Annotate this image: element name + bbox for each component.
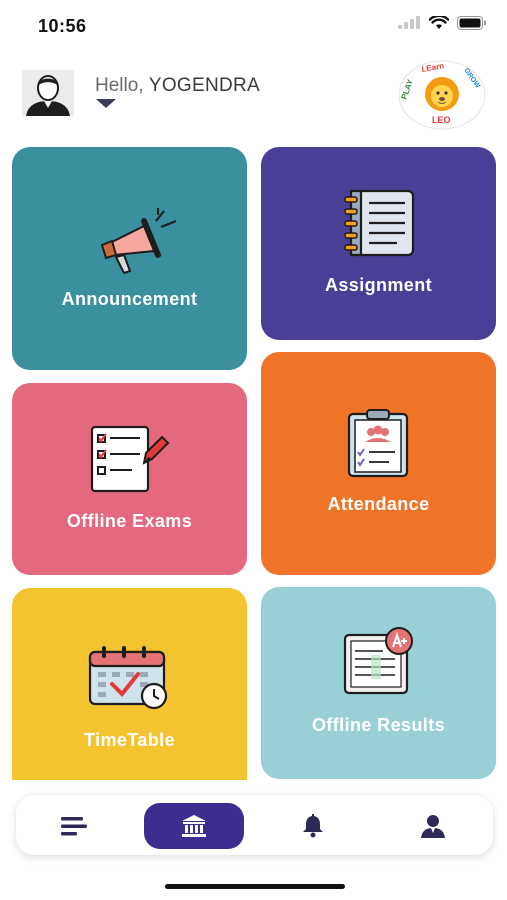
status-bar: 10:56: [0, 0, 507, 50]
greeting: Hello, YOGENDRA: [95, 75, 260, 97]
nav-profile[interactable]: [408, 803, 458, 849]
timetable-label: TimeTable: [84, 730, 175, 750]
assignment-label: Assignment: [324, 275, 433, 295]
wifi-icon: [429, 16, 449, 29]
school-logo: PLAY LEarn GROW LEO: [398, 60, 486, 130]
offline-results-tile[interactable]: Offline Results: [261, 587, 496, 779]
timetable-tile[interactable]: TimeTable: [12, 588, 247, 780]
person-icon: [421, 815, 445, 838]
status-icons: [397, 16, 487, 30]
attendance-label: Attendance: [327, 494, 430, 514]
lion-logo-icon: PLAY LEarn GROW LEO: [398, 60, 486, 130]
offline-exams-label: Offline Exams: [66, 511, 193, 531]
assignment-tile[interactable]: Assignment: [261, 147, 496, 340]
result-sheet-icon: [343, 627, 413, 695]
announcement-label: Announcement: [61, 289, 198, 309]
nav-notifications[interactable]: [288, 803, 338, 849]
attendance-tile[interactable]: Attendance: [261, 352, 496, 575]
nav-menu[interactable]: [50, 803, 100, 849]
calendar-icon: [88, 646, 168, 710]
bottom-nav: [16, 795, 493, 855]
notebook-icon: [344, 189, 415, 257]
offline-exams-tile[interactable]: Offline Exams: [12, 383, 247, 575]
nav-home[interactable]: [144, 803, 244, 849]
user-avatar-icon: [22, 70, 74, 116]
greeting-prefix: Hello,: [95, 75, 144, 96]
caret-down-icon[interactable]: [96, 99, 116, 108]
home-indicator: [165, 884, 345, 889]
offline-results-label: Offline Results: [311, 715, 446, 735]
status-time: 10:56: [38, 16, 87, 36]
clipboard-icon: [347, 409, 409, 478]
announcement-tile[interactable]: Announcement: [12, 147, 247, 370]
exam-paper-icon: [90, 425, 170, 493]
header: Hello, YOGENDRA PLAY LEarn GROW LEO: [0, 60, 507, 140]
bell-icon: [303, 814, 323, 838]
menu-icon: [61, 817, 87, 836]
user-name: YOGENDRA: [148, 75, 260, 96]
megaphone-icon: [100, 208, 177, 275]
avatar[interactable]: [22, 70, 74, 116]
institution-icon: [182, 815, 206, 837]
signal-icon: [398, 16, 420, 29]
logo-text-leo: LEO: [432, 115, 451, 125]
battery-icon: [457, 16, 486, 30]
